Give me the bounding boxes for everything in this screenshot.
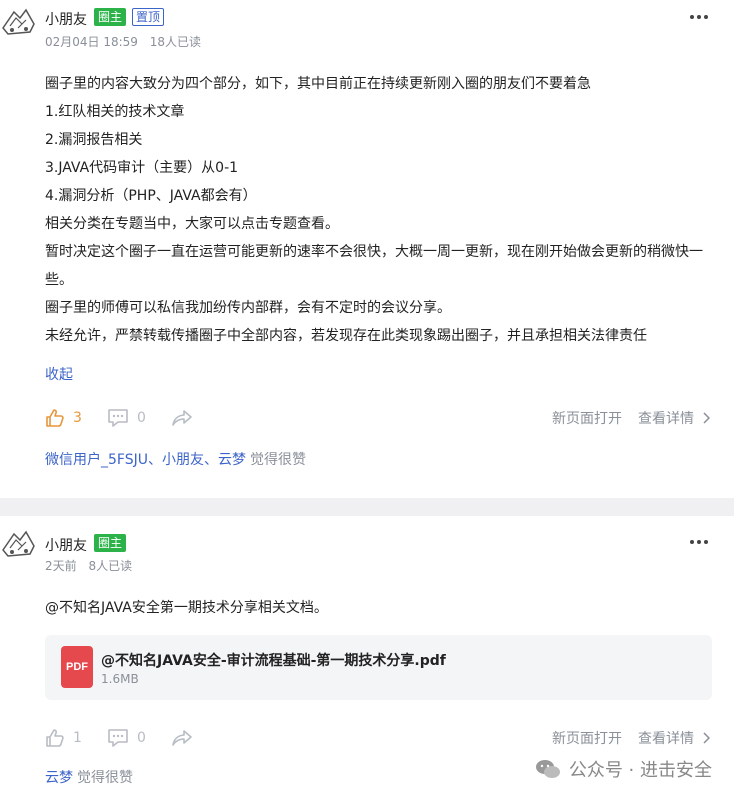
post-links: 新页面打开 查看详情: [552, 405, 710, 431]
view-details-link[interactable]: 查看详情: [638, 728, 694, 748]
post-actions: 1 0 新页面打开 查看详情: [45, 725, 710, 751]
post-card-2: 小朋友 圈主 2天前 8人已读 @不知名JAVA安全第一期技术分享相关文档。 P…: [0, 516, 734, 797]
file-size: 1.6MB: [101, 672, 139, 686]
liker-names[interactable]: 微信用户_5FSJU、小朋友、云梦: [45, 452, 246, 468]
avatar[interactable]: [0, 526, 36, 560]
chevron-right-icon: [703, 412, 710, 424]
post-links: 新页面打开 查看详情: [552, 725, 710, 751]
thumbs-up-icon: [46, 409, 64, 427]
read-count: 8人已读: [88, 559, 133, 573]
open-new-page-link[interactable]: 新页面打开: [552, 408, 622, 428]
content-line: 3.JAVA代码审计（主要）从0-1: [45, 160, 239, 176]
read-count: 18人已读: [149, 35, 202, 49]
content-line: 1.红队相关的技术文章: [45, 104, 185, 120]
content-line: 4.漏洞分析（PHP、JAVA都会有）: [45, 188, 257, 204]
share-icon: [172, 730, 192, 746]
like-count: 3: [73, 410, 82, 426]
comment-count: 0: [137, 410, 146, 426]
content-line: 未经允许，严禁转载传播圈子中全部内容，若发现存在此类现象踢出圈子，并且承担相关法…: [45, 328, 647, 344]
chevron-right-icon: [703, 732, 710, 744]
wechat-icon: [535, 760, 560, 778]
post-actions: 3 0 新页面打开 查看详情: [45, 405, 710, 431]
file-attachment[interactable]: PDF @不知名JAVA安全-审计流程基础-第一期技术分享.pdf 1.6MB: [45, 635, 712, 700]
liked-suffix: 觉得很赞: [77, 770, 133, 786]
like-count: 1: [73, 730, 82, 746]
more-options-button[interactable]: [686, 7, 712, 27]
avatar[interactable]: [0, 4, 36, 38]
liked-by: 微信用户_5FSJU、小朋友、云梦 觉得很赞: [45, 449, 306, 469]
author-name[interactable]: 小朋友: [45, 9, 87, 29]
liked-suffix: 觉得很赞: [249, 452, 306, 468]
share-button[interactable]: [171, 725, 193, 751]
content-line: 暂时决定这个圈子一直在运营可能更新的速率不会很快，大概一周一更新，现在刚开始做会…: [45, 244, 703, 288]
post-content: 圈子里的内容大致分为四个部分，如下，其中目前正在持续更新刚入圈的朋友们不要着急 …: [45, 70, 715, 350]
more-options-button[interactable]: [686, 532, 712, 552]
like-button[interactable]: 1: [45, 725, 82, 751]
post-date: 2天前: [45, 559, 77, 573]
content-line: 圈子里的内容大致分为四个部分，如下，其中目前正在持续更新刚入圈的朋友们不要着急: [45, 76, 591, 92]
post-meta: 02月04日 18:59 18人已读: [45, 33, 201, 50]
collapse-button[interactable]: 收起: [45, 364, 73, 384]
content-line: 圈子里的师傅可以私信我加纷传内部群，会有不定时的会议分享。: [45, 300, 451, 316]
pinned-badge: 置顶: [132, 8, 165, 26]
liked-by: 云梦 觉得很赞: [45, 767, 133, 787]
comment-icon: [108, 409, 128, 427]
thumbs-up-icon: [46, 729, 64, 747]
author-name[interactable]: 小朋友: [45, 535, 87, 555]
like-button[interactable]: 3: [45, 405, 82, 431]
owner-badge: 圈主: [94, 534, 127, 552]
content-line: 相关分类在专题当中，大家可以点击专题查看。: [45, 216, 339, 232]
watermark-text: 公众号 · 进击安全: [568, 760, 712, 781]
open-new-page-link[interactable]: 新页面打开: [552, 728, 622, 748]
watermark: 公众号 · 进击安全: [535, 756, 712, 782]
post-date: 02月04日 18:59: [45, 35, 138, 49]
post-meta: 2天前 8人已读: [45, 557, 132, 574]
comment-button[interactable]: 0: [107, 405, 146, 431]
post-card-1: 小朋友 圈主 置顶 02月04日 18:59 18人已读 圈子里的内容大致分为四…: [0, 0, 734, 498]
liker-names[interactable]: 云梦: [45, 770, 73, 786]
view-details-link[interactable]: 查看详情: [638, 408, 694, 428]
share-icon: [172, 410, 192, 426]
pdf-icon: PDF: [61, 646, 93, 688]
content-line: 2.漏洞报告相关: [45, 132, 143, 148]
owner-badge: 圈主: [94, 8, 127, 26]
comment-button[interactable]: 0: [107, 725, 146, 751]
comment-count: 0: [137, 730, 146, 746]
comment-icon: [108, 729, 128, 747]
post-content: @不知名JAVA安全第一期技术分享相关文档。: [45, 600, 328, 616]
file-name: @不知名JAVA安全-审计流程基础-第一期技术分享.pdf: [101, 653, 446, 669]
share-button[interactable]: [171, 405, 193, 431]
